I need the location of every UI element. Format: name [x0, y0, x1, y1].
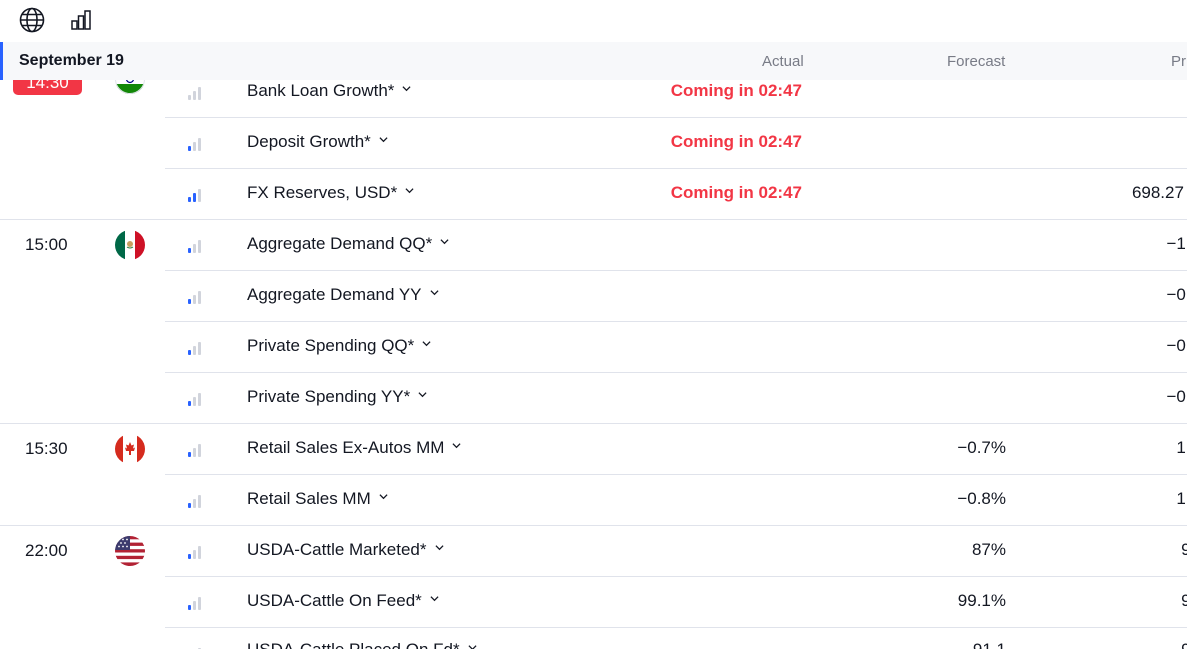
event-forecast: 99.1% — [957, 591, 1006, 610]
importance-icon — [188, 341, 204, 355]
chevron-down-icon — [430, 596, 439, 602]
event-name[interactable]: Aggregate Demand QQ* — [247, 234, 449, 254]
importance-icon — [188, 290, 204, 304]
event-row[interactable]: 22:00 USDA-Cattle Marketed* 87% 9 — [0, 526, 1187, 577]
importance-icon — [188, 239, 204, 253]
column-forecast: Forecast — [947, 53, 1006, 70]
importance-icon — [188, 137, 204, 151]
importance-icon — [188, 545, 204, 559]
event-prior: −1.1 — [1166, 234, 1187, 253]
event-row[interactable]: USDA-Cattle On Feed* 99.1% 98 — [0, 577, 1187, 628]
event-name[interactable]: Bank Loan Growth* — [247, 81, 411, 101]
event-row[interactable]: 15:00 Aggregate Demand QQ* −1.1 — [0, 220, 1187, 271]
event-prior: 98 — [1181, 591, 1187, 610]
india-flag — [115, 80, 145, 94]
event-name[interactable]: USDA-Cattle Marketed* — [247, 540, 444, 560]
importance-icon — [188, 443, 204, 457]
event-prior: 94 — [1181, 540, 1187, 559]
importance-icon — [188, 596, 204, 610]
event-row[interactable]: USDA-Cattle Placed On Fd* 91.1 94 — [0, 628, 1187, 649]
chevron-down-icon — [379, 494, 388, 500]
event-forecast: −0.7% — [957, 438, 1006, 457]
mexico-flag — [115, 230, 145, 260]
date-label: September 19 — [19, 52, 124, 69]
event-prior: 1.5 — [1176, 489, 1187, 508]
chevron-down-icon — [429, 290, 439, 296]
events-list: 14:30 Bank Loan Growth* Coming in 02:47 … — [0, 80, 1187, 649]
event-time: 22:00 — [25, 541, 68, 560]
event-row[interactable]: 14:30 Bank Loan Growth* Coming in 02:47 — [0, 80, 1187, 118]
event-row[interactable]: Deposit Growth* Coming in 02:47 — [0, 118, 1187, 169]
bar-chart-icon[interactable] — [66, 5, 96, 35]
chevron-down-icon — [452, 443, 461, 449]
event-name[interactable]: Aggregate Demand YY — [247, 285, 439, 305]
chevron-down-icon — [379, 137, 388, 143]
chevron-down-icon — [405, 188, 414, 194]
event-row[interactable]: Private Spending QQ* −0.4 — [0, 322, 1187, 373]
importance-icon — [188, 188, 204, 202]
importance-icon — [188, 86, 204, 100]
calendar-header: September 19 Actual Forecast Pri — [0, 42, 1187, 80]
event-prior: 698.27 B — [1131, 183, 1187, 202]
event-name[interactable]: FX Reserves, USD* — [247, 183, 414, 203]
event-prior: −0.6 — [1166, 387, 1187, 406]
event-name[interactable]: Private Spending YY* — [247, 387, 427, 407]
usa-flag — [115, 536, 145, 566]
canada-flag — [115, 434, 145, 464]
event-time: 15:00 — [25, 235, 68, 254]
chevron-down-icon — [402, 86, 411, 92]
event-time: 14:30 — [13, 80, 82, 95]
event-prior: −0.2 — [1166, 285, 1187, 304]
event-row[interactable]: Aggregate Demand YY −0.2 — [0, 271, 1187, 322]
chevron-down-icon — [422, 341, 431, 347]
event-forecast: 87% — [971, 540, 1006, 559]
event-name[interactable]: Private Spending QQ* — [247, 336, 431, 356]
event-name[interactable]: Retail Sales MM — [247, 489, 388, 509]
event-name[interactable]: USDA-Cattle Placed On Fd* — [247, 640, 477, 649]
event-name[interactable]: Retail Sales Ex-Autos MM — [247, 438, 461, 458]
chevron-down-icon — [440, 239, 449, 245]
event-row[interactable]: Private Spending YY* −0.6 — [0, 373, 1187, 424]
event-name[interactable]: USDA-Cattle On Feed* — [247, 591, 439, 611]
event-time: 15:30 — [25, 439, 68, 458]
chevron-down-icon — [418, 392, 427, 398]
importance-icon — [188, 392, 204, 406]
event-row[interactable]: FX Reserves, USD* Coming in 02:47 698.27… — [0, 169, 1187, 220]
event-row[interactable]: 15:30 Retail Sales Ex-Autos MM −0.7% 1.9 — [0, 424, 1187, 475]
event-prior: 94 — [1040, 640, 1187, 649]
chevron-down-icon — [468, 645, 477, 649]
event-forecast: −0.8% — [957, 489, 1006, 508]
toolbar — [0, 0, 1187, 42]
column-prior: Pri — [1171, 53, 1187, 70]
event-prior: −0.4 — [1166, 336, 1187, 355]
globe-icon[interactable] — [17, 5, 47, 35]
event-forecast: 91.1 — [850, 640, 1006, 649]
event-actual: Coming in 02:47 — [670, 81, 802, 100]
event-row[interactable]: Retail Sales MM −0.8% 1.5 — [0, 475, 1187, 526]
chevron-down-icon — [434, 545, 444, 551]
column-actual: Actual — [762, 53, 804, 70]
event-prior: 1.9 — [1176, 438, 1187, 457]
importance-icon — [188, 494, 204, 508]
event-actual: Coming in 02:47 — [670, 132, 802, 151]
event-actual: Coming in 02:47 — [670, 183, 802, 202]
event-name[interactable]: Deposit Growth* — [247, 132, 388, 152]
